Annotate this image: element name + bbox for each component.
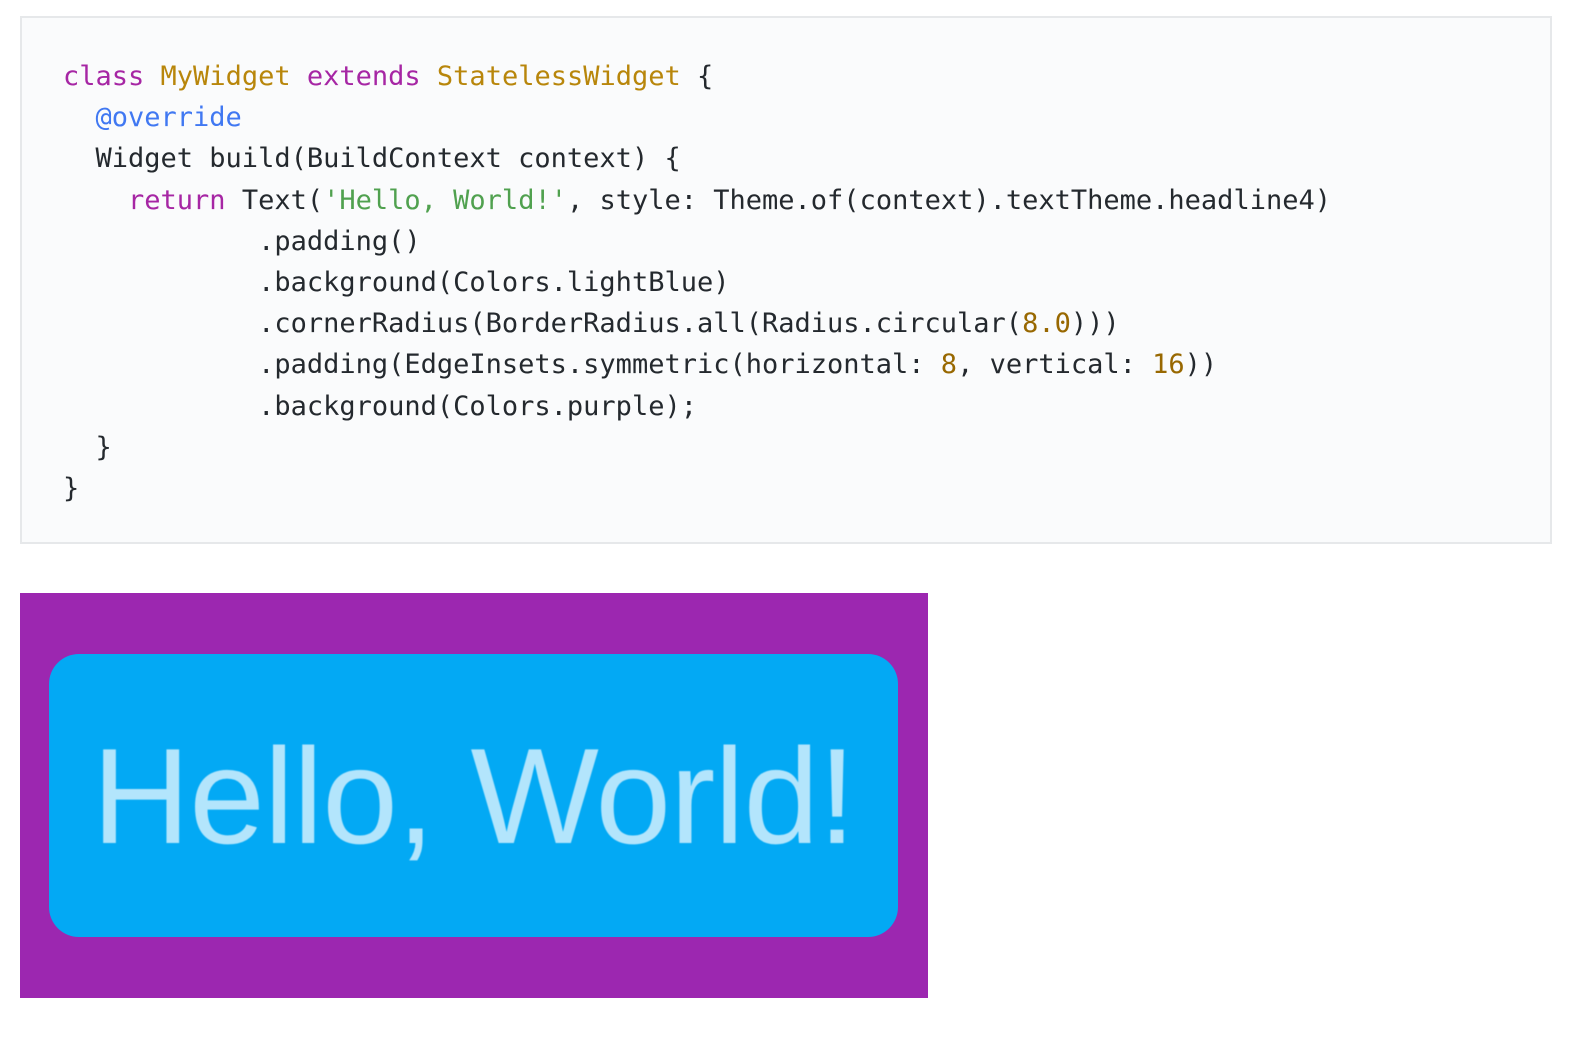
code-token-number: 8 — [940, 349, 958, 381]
code-line: return Text('Hello, World!', style: Them… — [63, 180, 1550, 221]
code-token-meta: @override — [95, 102, 242, 134]
code-line: Widget build(BuildContext context) { — [63, 138, 1550, 179]
code-token-plain: .padding() — [63, 225, 421, 257]
code-lines: class MyWidget extends StatelessWidget {… — [63, 56, 1550, 509]
code-line: class MyWidget extends StatelessWidget { — [63, 56, 1550, 97]
code-token-plain: Widget build(BuildContext context) { — [63, 143, 681, 175]
code-token-number: 8.0 — [1022, 308, 1071, 340]
code-token-plain: .padding(EdgeInsets.symmetric(horizontal… — [63, 349, 941, 381]
code-token-plain: , style: Theme.of(context).textTheme.hea… — [566, 184, 1331, 216]
code-token-plain: )) — [1184, 349, 1218, 381]
code-token-class: StatelessWidget — [436, 61, 681, 92]
code-token-plain: .cornerRadius(BorderRadius.all(Radius.ci… — [63, 308, 1023, 340]
code-line: .padding(EdgeInsets.symmetric(horizontal… — [63, 344, 1550, 385]
code-token-plain: .background(Colors.lightBlue) — [63, 266, 730, 298]
code-token-plain: } — [63, 472, 80, 504]
code-line: .background(Colors.lightBlue) — [63, 262, 1550, 303]
code-token-plain: Text( — [225, 184, 324, 216]
preview-text: Hello, World! — [92, 719, 856, 872]
code-line: .cornerRadius(BorderRadius.all(Radius.ci… — [63, 303, 1550, 344]
code-token-string: 'Hello, World!' — [323, 184, 567, 216]
code-block: class MyWidget extends StatelessWidget {… — [20, 16, 1552, 544]
code-line: } — [63, 468, 1550, 509]
code-line: } — [63, 427, 1550, 468]
code-token-plain: ))) — [1070, 308, 1120, 340]
code-token-plain: { — [680, 61, 714, 92]
code-line: @override — [63, 97, 1550, 138]
code-token-plain: .background(Colors.purple); — [63, 390, 697, 422]
code-token-plain: , vertical: — [957, 349, 1153, 381]
code-line: .padding() — [63, 221, 1550, 262]
code-token-keyword: return — [128, 184, 226, 216]
code-token-number: 16 — [1152, 349, 1185, 381]
code-token-keyword: class — [63, 61, 145, 92]
code-token-plain: } — [63, 431, 112, 463]
preview-pill: Hello, World! — [49, 654, 898, 937]
code-line: .background(Colors.purple); — [63, 386, 1550, 427]
preview-frame: Hello, World! — [20, 593, 928, 998]
code-token-class: MyWidget — [160, 61, 291, 92]
code-token-keyword: extends — [306, 61, 421, 92]
